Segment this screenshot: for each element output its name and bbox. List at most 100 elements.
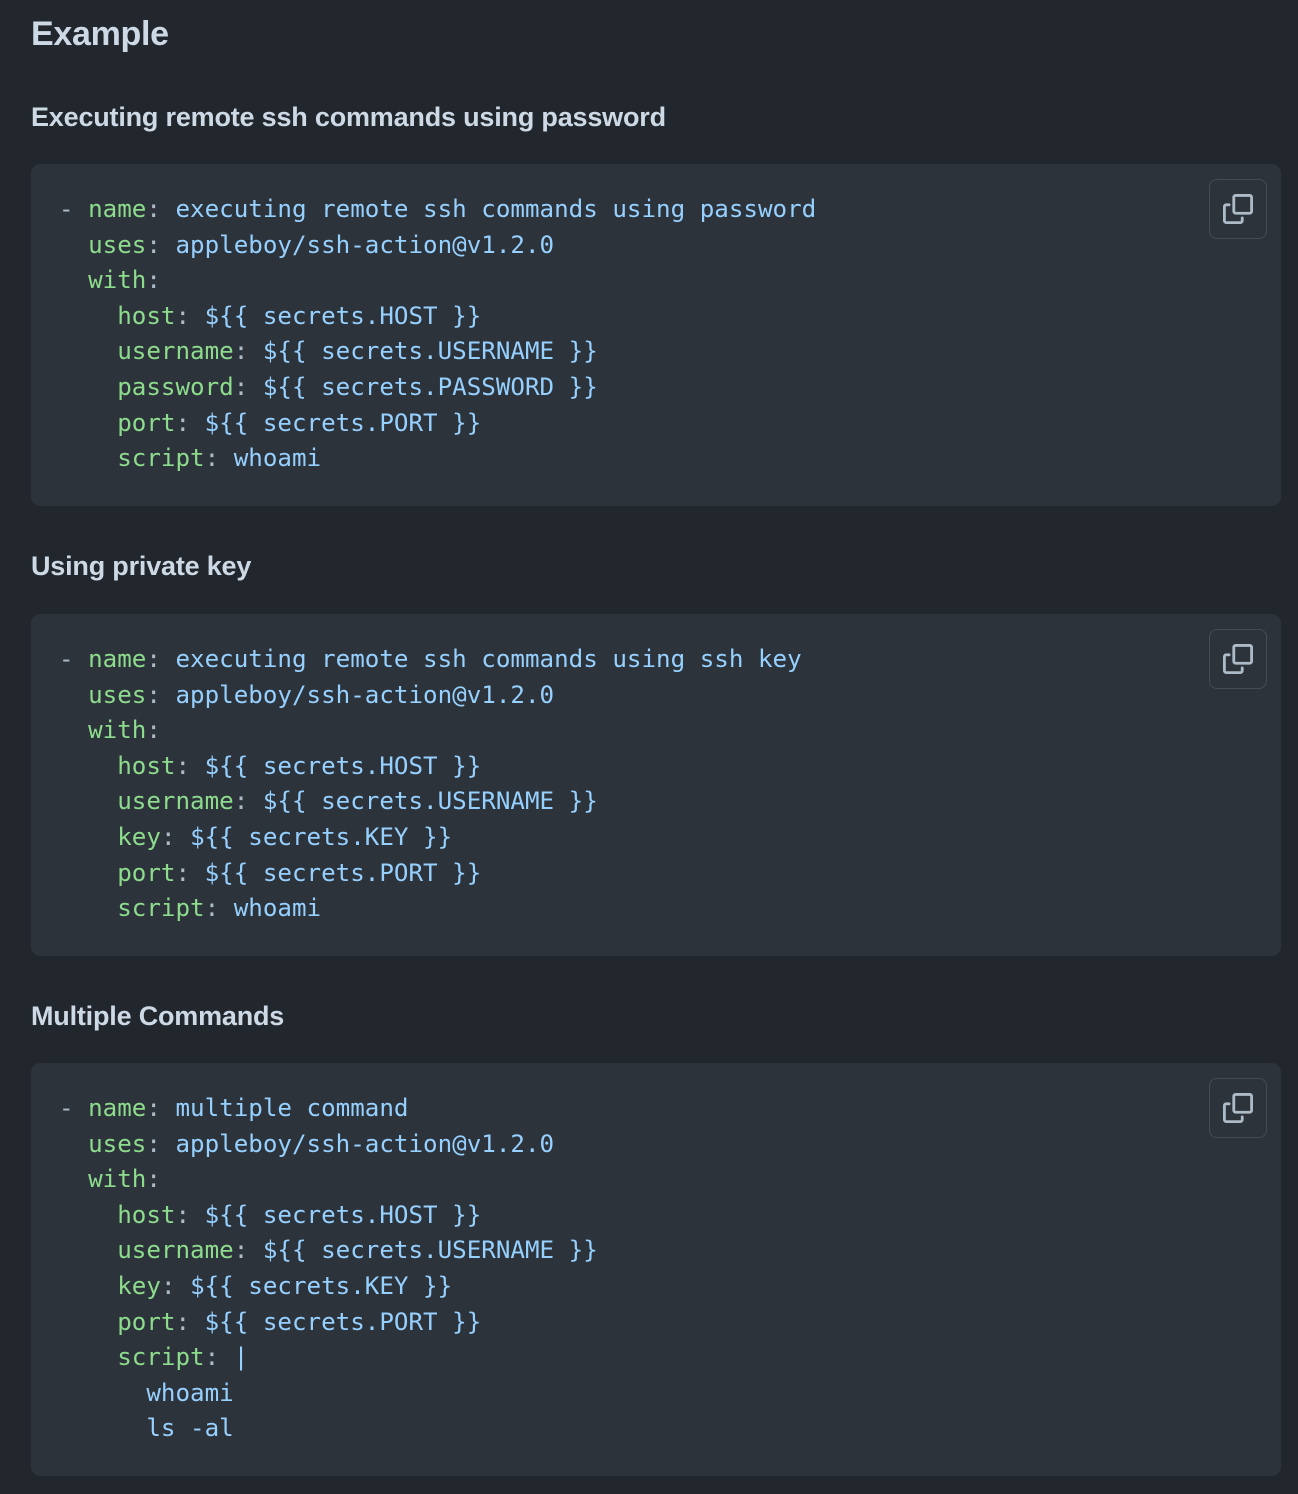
yaml-value: whoami [146, 1378, 234, 1407]
code-line: username: ${{ secrets.USERNAME }} [59, 1233, 598, 1269]
punctuation: : [146, 1165, 161, 1194]
punctuation: : [233, 337, 263, 366]
yaml-value: ${{ secrets.KEY }} [190, 822, 453, 851]
code-content[interactable]: - name: executing remote ssh commands us… [59, 642, 802, 927]
yaml-key: script [117, 894, 205, 923]
yaml-value: appleboy/ssh-action@v1.2.0 [175, 230, 555, 259]
yaml-value: whoami [233, 894, 322, 923]
punctuation: : [146, 716, 161, 745]
code-line: password: ${{ secrets.PASSWORD }} [59, 370, 816, 406]
punctuation: : [204, 894, 234, 923]
yaml-key: password [117, 372, 234, 401]
yaml-key: username [117, 1236, 234, 1265]
subheading-multiple-commands: Multiple Commands [31, 1001, 285, 1031]
copy-icon [1223, 644, 1253, 674]
punctuation: : [146, 680, 176, 709]
punctuation [59, 1272, 117, 1300]
yaml-key: uses [88, 680, 147, 709]
punctuation: - [59, 1094, 89, 1122]
punctuation [59, 752, 117, 780]
code-line: script: | [59, 1340, 598, 1376]
code-line: - name: executing remote ssh commands us… [59, 642, 802, 678]
punctuation [59, 1308, 117, 1336]
yaml-key: with [88, 716, 147, 745]
copy-button[interactable] [1209, 179, 1267, 239]
punctuation: : [175, 408, 205, 437]
code-block-multiple-commands: - name: multiple command uses: appleboy/… [31, 1063, 1281, 1476]
punctuation [59, 1343, 117, 1371]
yaml-value: ${{ secrets.KEY }} [190, 1271, 453, 1300]
yaml-value: | [233, 1343, 249, 1372]
code-line: with: [59, 263, 816, 299]
punctuation: : [146, 1129, 176, 1158]
punctuation: : [175, 301, 205, 330]
yaml-value: ls -al [146, 1414, 234, 1443]
code-block-private-key: - name: executing remote ssh commands us… [31, 614, 1281, 956]
yaml-key: uses [88, 1129, 147, 1158]
yaml-value: ${{ secrets.PASSWORD }} [262, 372, 598, 401]
yaml-value: whoami [233, 444, 322, 473]
punctuation: : [233, 787, 263, 816]
punctuation [59, 231, 88, 259]
punctuation [59, 1236, 117, 1264]
punctuation: : [233, 1236, 263, 1265]
code-line: host: ${{ secrets.HOST }} [59, 299, 816, 335]
punctuation: : [146, 1094, 176, 1122]
code-line: with: [59, 713, 802, 749]
code-line: script: whoami [59, 441, 816, 477]
punctuation [59, 716, 88, 744]
section-heading-example: Example [31, 15, 169, 53]
subheading-private-key: Using private key [31, 551, 252, 581]
yaml-key: uses [88, 230, 147, 259]
code-line: with: [59, 1162, 598, 1198]
yaml-key: name [88, 195, 147, 223]
yaml-value: appleboy/ssh-action@v1.2.0 [175, 1129, 555, 1158]
yaml-value: executing remote ssh commands using ssh … [175, 645, 802, 673]
punctuation: : [233, 372, 263, 401]
code-line: host: ${{ secrets.HOST }} [59, 749, 802, 785]
punctuation: : [175, 751, 205, 780]
punctuation [59, 859, 117, 887]
yaml-key: port [117, 858, 176, 887]
code-line: script: whoami [59, 891, 802, 927]
yaml-key: script [117, 444, 205, 473]
yaml-key: username [117, 337, 234, 366]
code-line: key: ${{ secrets.KEY }} [59, 820, 802, 856]
punctuation: - [59, 645, 89, 673]
punctuation [59, 266, 88, 294]
yaml-value: ${{ secrets.PORT }} [204, 858, 482, 887]
code-line: host: ${{ secrets.HOST }} [59, 1198, 598, 1234]
punctuation: : [146, 645, 176, 673]
yaml-value: appleboy/ssh-action@v1.2.0 [175, 680, 555, 709]
yaml-key: host [117, 301, 176, 330]
code-line: uses: appleboy/ssh-action@v1.2.0 [59, 678, 802, 714]
yaml-key: host [117, 751, 176, 780]
yaml-key: host [117, 1200, 176, 1229]
code-line: username: ${{ secrets.USERNAME }} [59, 334, 816, 370]
copy-button[interactable] [1209, 629, 1267, 689]
yaml-key: port [117, 1307, 176, 1336]
punctuation: : [175, 858, 205, 887]
yaml-value: ${{ secrets.USERNAME }} [262, 787, 598, 816]
yaml-key: name [88, 1094, 147, 1122]
code-line: whoami [59, 1376, 598, 1412]
code-line: ls -al [59, 1411, 598, 1447]
punctuation [59, 1130, 88, 1158]
yaml-key: name [88, 645, 147, 673]
code-line: - name: multiple command [59, 1091, 598, 1127]
yaml-key: key [117, 822, 161, 851]
punctuation [59, 337, 117, 365]
punctuation: : [204, 1343, 234, 1372]
punctuation [59, 894, 117, 922]
code-content[interactable]: - name: multiple command uses: appleboy/… [59, 1091, 598, 1447]
code-line: - name: executing remote ssh commands us… [59, 192, 816, 228]
copy-button[interactable] [1209, 1078, 1267, 1138]
punctuation: - [59, 195, 89, 223]
punctuation: : [175, 1200, 205, 1229]
punctuation: : [146, 266, 161, 295]
punctuation [59, 681, 88, 709]
code-line: port: ${{ secrets.PORT }} [59, 856, 802, 892]
code-content[interactable]: - name: executing remote ssh commands us… [59, 192, 816, 477]
yaml-key: with [88, 266, 147, 295]
yaml-value: ${{ secrets.PORT }} [204, 408, 482, 437]
